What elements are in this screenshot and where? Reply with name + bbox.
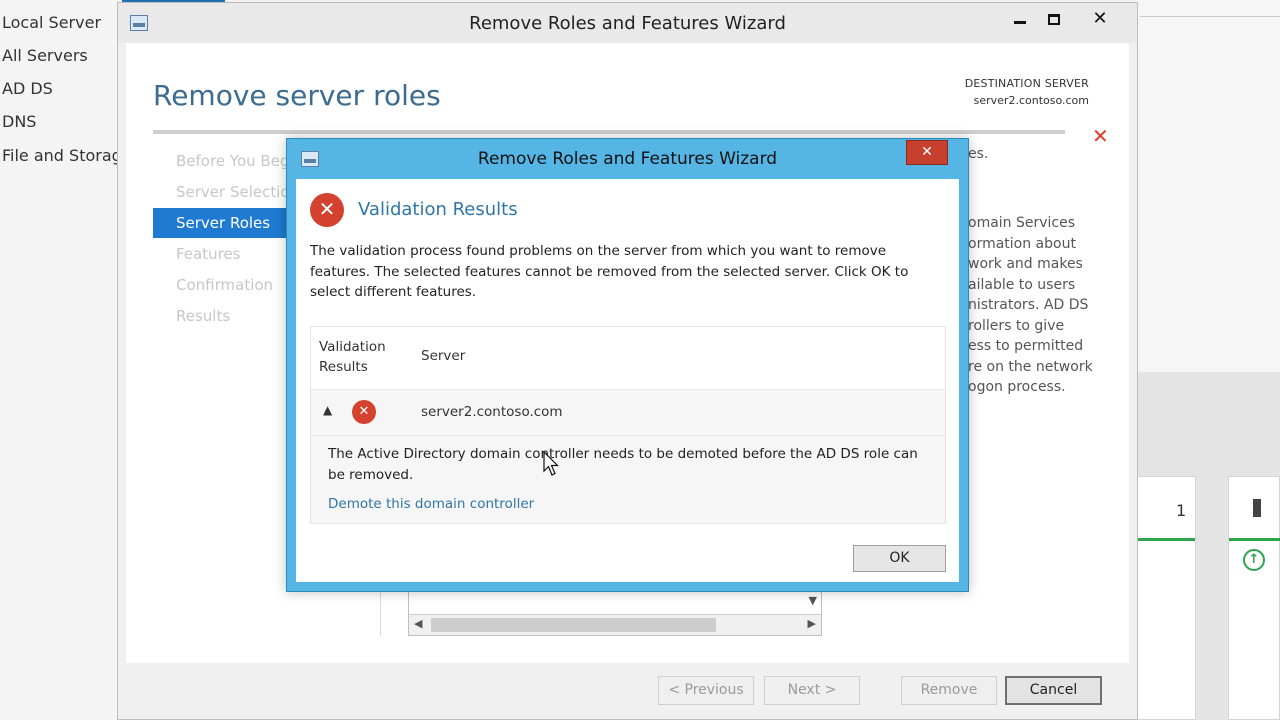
previous-button[interactable]: < Previous [658, 676, 754, 705]
next-button[interactable]: Next > [764, 676, 860, 705]
roles-list[interactable]: ▼ ◀ ▶ [408, 591, 822, 636]
description-line: ormation about [968, 235, 1076, 252]
ok-button[interactable]: OK [853, 545, 946, 572]
dashboard-tile[interactable]: 1 [1136, 476, 1196, 720]
destination-server-value: server2.contoso.com [973, 94, 1089, 107]
dialog-close-button[interactable]: ✕ [906, 140, 948, 165]
row-server-name: server2.contoso.com [421, 404, 563, 420]
description-line: re on the network [968, 358, 1093, 375]
role-description: omain Services ormation about work and m… [968, 213, 1118, 398]
tile-count: 1 [1176, 501, 1187, 520]
description-line: ailable to users [968, 276, 1076, 293]
minimize-icon [1014, 20, 1026, 24]
column-header-validation[interactable]: Validation Results [319, 337, 409, 377]
nav-item-local-server[interactable]: Local Server [2, 13, 101, 32]
nav-item-all-servers[interactable]: All Servers [2, 46, 88, 65]
up-arrow-icon: ↑ [1243, 549, 1265, 571]
horizontal-scrollbar[interactable]: ◀ ▶ [409, 614, 821, 635]
page-title: Remove server roles [153, 79, 441, 112]
scrollbar-thumb[interactable] [431, 618, 716, 632]
column-header-server[interactable]: Server [421, 348, 465, 364]
description-line: omain Services [968, 215, 1076, 231]
remove-button[interactable]: Remove [901, 676, 997, 705]
dashboard-tiles-area: 1 ↑ [1136, 372, 1280, 720]
tile-status-bar [1137, 538, 1195, 541]
close-button[interactable]: ✕ [1082, 7, 1118, 33]
divider [1140, 16, 1280, 17]
destination-server-label: DESTINATION SERVER [964, 77, 1089, 90]
server-manager-nav: Local Server All Servers AD DS DNS File … [0, 0, 122, 720]
dashboard-tile[interactable]: ↑ [1228, 476, 1280, 720]
error-close-icon[interactable]: ✕ [1092, 124, 1109, 148]
divider [380, 591, 381, 637]
grid-header: Validation Results Server [311, 327, 945, 389]
scroll-left-icon[interactable]: ◀ [414, 617, 422, 630]
row-detail: The Active Directory domain controller n… [311, 435, 945, 523]
scroll-right-icon[interactable]: ▶ [808, 617, 816, 630]
scroll-down-icon[interactable]: ▼ [809, 594, 817, 607]
nav-item-ad-ds[interactable]: AD DS [2, 79, 53, 98]
tile-status-bar [1229, 538, 1280, 541]
maximize-icon [1048, 13, 1060, 25]
error-icon: ✕ [310, 193, 344, 227]
validation-heading: Validation Results [358, 199, 518, 220]
description-line: ess to permitted [968, 338, 1084, 354]
detail-message: The Active Directory domain controller n… [328, 446, 918, 483]
validation-dialog: Remove Roles and Features Wizard ✕ ✕ Val… [286, 138, 969, 592]
description-fragment: es. [968, 146, 989, 162]
step-server-roles[interactable]: Server Roles [153, 208, 289, 238]
description-line: work and makes [968, 256, 1083, 272]
wizard-title: Remove Roles and Features Wizard [469, 13, 786, 34]
maximize-button[interactable] [1036, 7, 1072, 33]
minimize-button[interactable] [1002, 7, 1038, 33]
validation-results-grid: Validation Results Server ▲ ✕ server2.co… [310, 326, 946, 524]
table-row[interactable]: ▲ ✕ server2.contoso.com [311, 389, 945, 435]
cancel-button[interactable]: Cancel [1005, 676, 1102, 705]
validation-description: The validation process found problems on… [310, 243, 909, 300]
dialog-title: Remove Roles and Features Wizard [477, 149, 778, 169]
nav-item-dns[interactable]: DNS [2, 112, 36, 131]
description-line: rollers to give [968, 317, 1065, 334]
description-line: nistrators. AD DS [968, 297, 1089, 313]
dialog-body: ✕ Validation Results The validation proc… [296, 179, 959, 582]
error-icon: ✕ [352, 400, 376, 424]
nav-item-file-storage[interactable]: File and Storag [2, 146, 122, 165]
server-icon [1253, 499, 1261, 517]
collapse-icon[interactable]: ▲ [323, 403, 332, 417]
demote-dc-link[interactable]: Demote this domain controller [328, 496, 534, 512]
wizard-footer: < Previous Next > Remove Cancel [126, 663, 1129, 719]
description-line: ogon process. [968, 379, 1066, 395]
wizard-title-bar[interactable]: Remove Roles and Features Wizard ✕ [118, 3, 1137, 43]
title-divider [153, 130, 1065, 134]
